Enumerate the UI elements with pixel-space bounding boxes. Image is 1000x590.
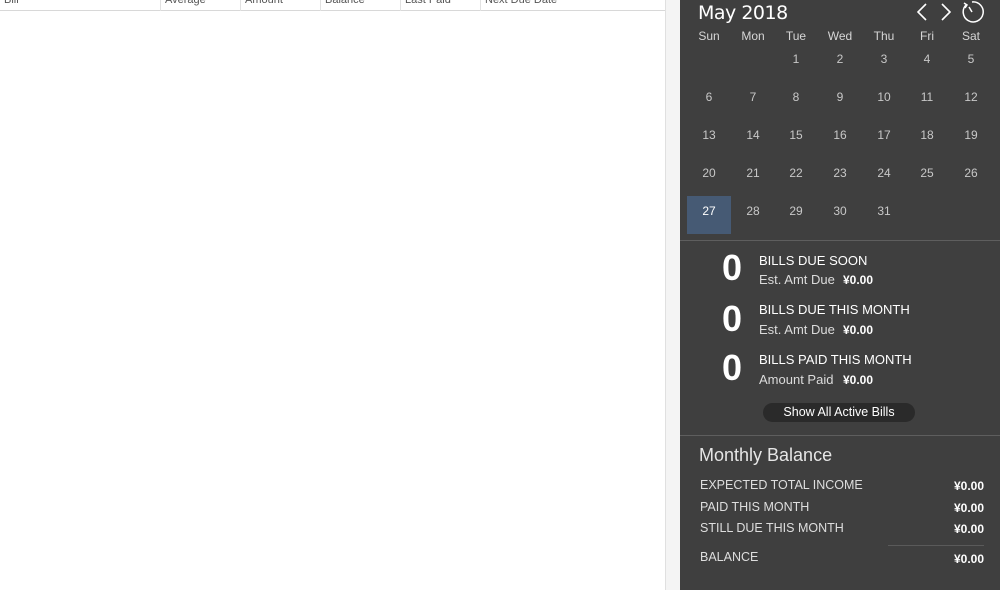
month-title: May 2018 <box>698 2 788 24</box>
expected-income-label: EXPECTED TOTAL INCOME <box>700 478 863 492</box>
chevron-left-icon <box>916 3 927 21</box>
paid-month-label: Amount Paid <box>759 372 834 387</box>
calendar-day[interactable]: 28 <box>731 196 775 234</box>
paid-month-title: BILLS PAID THIS MONTH <box>759 352 912 367</box>
column-header-balance[interactable]: Balance <box>320 0 400 11</box>
calendar-day[interactable]: 10 <box>862 82 906 120</box>
balance-value: ¥0.00 <box>953 552 984 566</box>
due-soon-label: Est. Amt Due <box>759 272 835 287</box>
calendar-day[interactable]: 11 <box>905 82 949 120</box>
weekday-sat: Sat <box>961 29 980 43</box>
calendar-day[interactable]: 30 <box>818 196 862 234</box>
balance-divider <box>888 545 984 546</box>
weekday-mon: Mon <box>741 29 765 43</box>
calendar-day[interactable]: 1 <box>774 44 818 82</box>
calendar-day[interactable]: 20 <box>687 158 731 196</box>
table-header: Bill Average Amount Balance Last Paid Ne… <box>0 0 666 11</box>
paid-this-month-label: PAID THIS MONTH <box>700 500 810 514</box>
column-header-bill[interactable]: Bill <box>0 0 160 11</box>
calendar-day[interactable]: 12 <box>949 82 993 120</box>
weekday-thu: Thu <box>873 29 895 43</box>
due-soon-value: ¥0.00 <box>843 273 874 287</box>
expected-income-value: ¥0.00 <box>953 479 984 493</box>
prev-month-button[interactable] <box>913 2 933 22</box>
column-header-average[interactable]: Average <box>160 0 240 11</box>
column-header-amount[interactable]: Amount <box>240 0 320 11</box>
calendar-header: May 2018 <box>680 0 1000 26</box>
calendar-day[interactable]: 26 <box>949 158 993 196</box>
still-due-value: ¥0.00 <box>953 522 984 536</box>
monthly-balance-title: Monthly Balance <box>699 445 833 465</box>
calendar-day[interactable]: 29 <box>774 196 818 234</box>
calendar-day[interactable]: 22 <box>774 158 818 196</box>
split-divider[interactable] <box>665 0 680 590</box>
calendar-day[interactable]: 25 <box>905 158 949 196</box>
due-month-label: Est. Amt Due <box>759 322 835 337</box>
chevron-right-icon <box>941 3 952 21</box>
calendar-day[interactable]: 4 <box>905 44 949 82</box>
side-panel: May 2018 Sun Mon Tue Wed Thu Fri Sat 1 2… <box>680 0 1000 590</box>
calendar-day-today[interactable]: 27 <box>687 196 731 234</box>
column-header-last-paid[interactable]: Last Paid <box>400 0 480 11</box>
calendar-day[interactable]: 31 <box>862 196 906 234</box>
due-month-value: ¥0.00 <box>843 323 874 337</box>
due-month-count: 0 <box>721 298 743 339</box>
calendar-day[interactable]: 9 <box>818 82 862 120</box>
weekday-fri: Fri <box>920 29 934 43</box>
calendar-day[interactable]: 2 <box>818 44 862 82</box>
clock-refresh-icon <box>962 1 984 23</box>
calendar-day[interactable]: 24 <box>862 158 906 196</box>
calendar-day[interactable]: 17 <box>862 120 906 158</box>
next-month-button[interactable] <box>935 2 955 22</box>
calendar-day[interactable]: 14 <box>731 120 775 158</box>
paid-this-month-value: ¥0.00 <box>953 501 984 515</box>
today-button[interactable] <box>960 0 984 24</box>
still-due-label: STILL DUE THIS MONTH <box>700 521 844 535</box>
section-divider <box>680 435 1000 436</box>
due-soon-title: BILLS DUE SOON <box>759 253 868 268</box>
weekday-tue: Tue <box>785 29 807 43</box>
due-month-title: BILLS DUE THIS MONTH <box>759 302 910 317</box>
calendar-day[interactable]: 19 <box>949 120 993 158</box>
due-soon-count: 0 <box>721 247 743 288</box>
calendar-day[interactable]: 8 <box>774 82 818 120</box>
weekday-wed: Wed <box>827 29 853 43</box>
calendar-day[interactable]: 15 <box>774 120 818 158</box>
calendar-day[interactable]: 13 <box>687 120 731 158</box>
calendar-day[interactable]: 16 <box>818 120 862 158</box>
calendar-day[interactable]: 6 <box>687 82 731 120</box>
calendar-day[interactable]: 3 <box>862 44 906 82</box>
calendar-day[interactable]: 23 <box>818 158 862 196</box>
column-header-next-due-date[interactable]: Next Due Date <box>480 0 666 11</box>
bills-table[interactable]: Bill Average Amount Balance Last Paid Ne… <box>0 0 666 590</box>
calendar-day[interactable]: 18 <box>905 120 949 158</box>
calendar-day[interactable]: 5 <box>949 44 993 82</box>
calendar-day[interactable]: 7 <box>731 82 775 120</box>
paid-month-value: ¥0.00 <box>843 373 874 387</box>
section-divider <box>680 240 1000 241</box>
weekday-sun: Sun <box>698 29 720 43</box>
calendar-day[interactable]: 21 <box>731 158 775 196</box>
paid-month-count: 0 <box>721 347 743 388</box>
show-all-active-bills-button[interactable]: Show All Active Bills <box>763 403 915 422</box>
balance-label: BALANCE <box>700 550 759 564</box>
